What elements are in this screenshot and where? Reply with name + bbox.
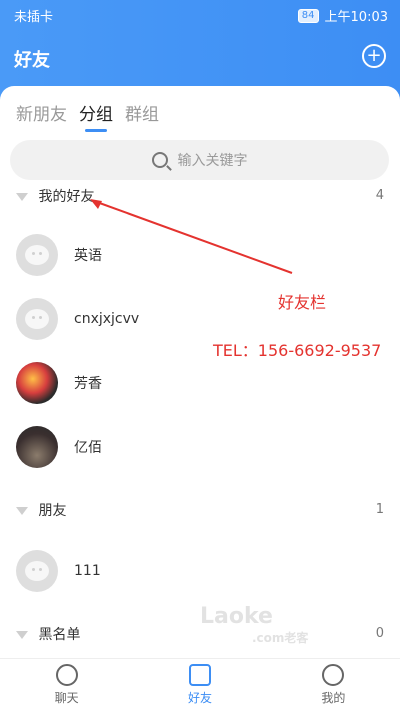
nav-friends[interactable]: 好友 [188, 664, 212, 706]
friends-panel: 新朋友 分组 群组 输入关键字 我的好友 4 英语 cnxjxjcvv 芳香 亿… [0, 86, 400, 661]
watermark-sub: .com老客 [252, 631, 309, 645]
tab-groups[interactable]: 分组 [79, 100, 113, 132]
nav-chat-label: 聊天 [54, 691, 79, 705]
search-placeholder: 输入关键字 [177, 153, 248, 169]
triangle-down-icon [16, 193, 28, 201]
contacts-icon [188, 664, 211, 686]
search-icon [151, 152, 168, 168]
status-time: 上午10:03 [324, 10, 388, 25]
watermark-brand: Laoke [200, 604, 273, 629]
default-avatar-icon [25, 245, 49, 265]
annotation-label: 好友栏 [278, 293, 327, 312]
avatar [16, 426, 58, 468]
avatar [16, 362, 58, 404]
watermark-logo: Laoke .com老客 [200, 604, 308, 646]
triangle-down-icon [16, 507, 28, 515]
nav-chat[interactable]: 聊天 [55, 664, 79, 706]
friend-name: 芳香 [74, 376, 102, 392]
user-icon [322, 664, 345, 686]
avatar [16, 550, 58, 592]
bottom-nav: 聊天 好友 我的 [0, 658, 400, 711]
avatar [16, 234, 58, 276]
avatar [16, 298, 58, 340]
tabs-bar: 新朋友 分组 群组 [16, 100, 159, 132]
nav-friends-label: 好友 [187, 691, 212, 705]
triangle-down-icon [16, 631, 28, 639]
list-item[interactable]: 芳香 [16, 355, 376, 411]
friend-name: 亿佰 [74, 440, 102, 456]
status-bar: 未插卡 84 上午10:03 [0, 0, 400, 28]
group-name: 朋友 [38, 503, 67, 519]
battery-icon: 84 [297, 8, 319, 23]
search-input[interactable]: 输入关键字 [10, 140, 389, 180]
page-title: 好友 [14, 50, 50, 71]
default-avatar-icon [25, 561, 49, 581]
add-friend-button[interactable]: + [362, 44, 386, 68]
group-count: 4 [375, 188, 384, 203]
annotation-arrow [90, 199, 293, 274]
nav-me[interactable]: 我的 [321, 664, 345, 706]
group-count: 0 [375, 626, 384, 641]
group-header-friends[interactable]: 朋友 1 [16, 500, 386, 524]
group-name: 黑名单 [38, 627, 81, 643]
status-carrier: 未插卡 [14, 10, 54, 25]
chat-icon [55, 664, 78, 686]
annotation-tel: TEL：156-6692-9537 [213, 341, 382, 360]
app-header: 未插卡 84 上午10:03 好友 + [0, 0, 400, 100]
list-item[interactable]: 亿佰 [16, 419, 376, 475]
nav-me-label: 我的 [321, 691, 346, 705]
tab-new-friends[interactable]: 新朋友 [16, 100, 67, 125]
tab-group-chats[interactable]: 群组 [125, 100, 159, 125]
friend-name: cnxjxjcvv [74, 311, 140, 327]
status-right: 84 上午10:03 [297, 6, 388, 25]
list-item[interactable]: 111 [16, 543, 376, 599]
default-avatar-icon [25, 309, 49, 329]
friend-name: 111 [74, 563, 101, 579]
group-count: 1 [375, 502, 384, 517]
